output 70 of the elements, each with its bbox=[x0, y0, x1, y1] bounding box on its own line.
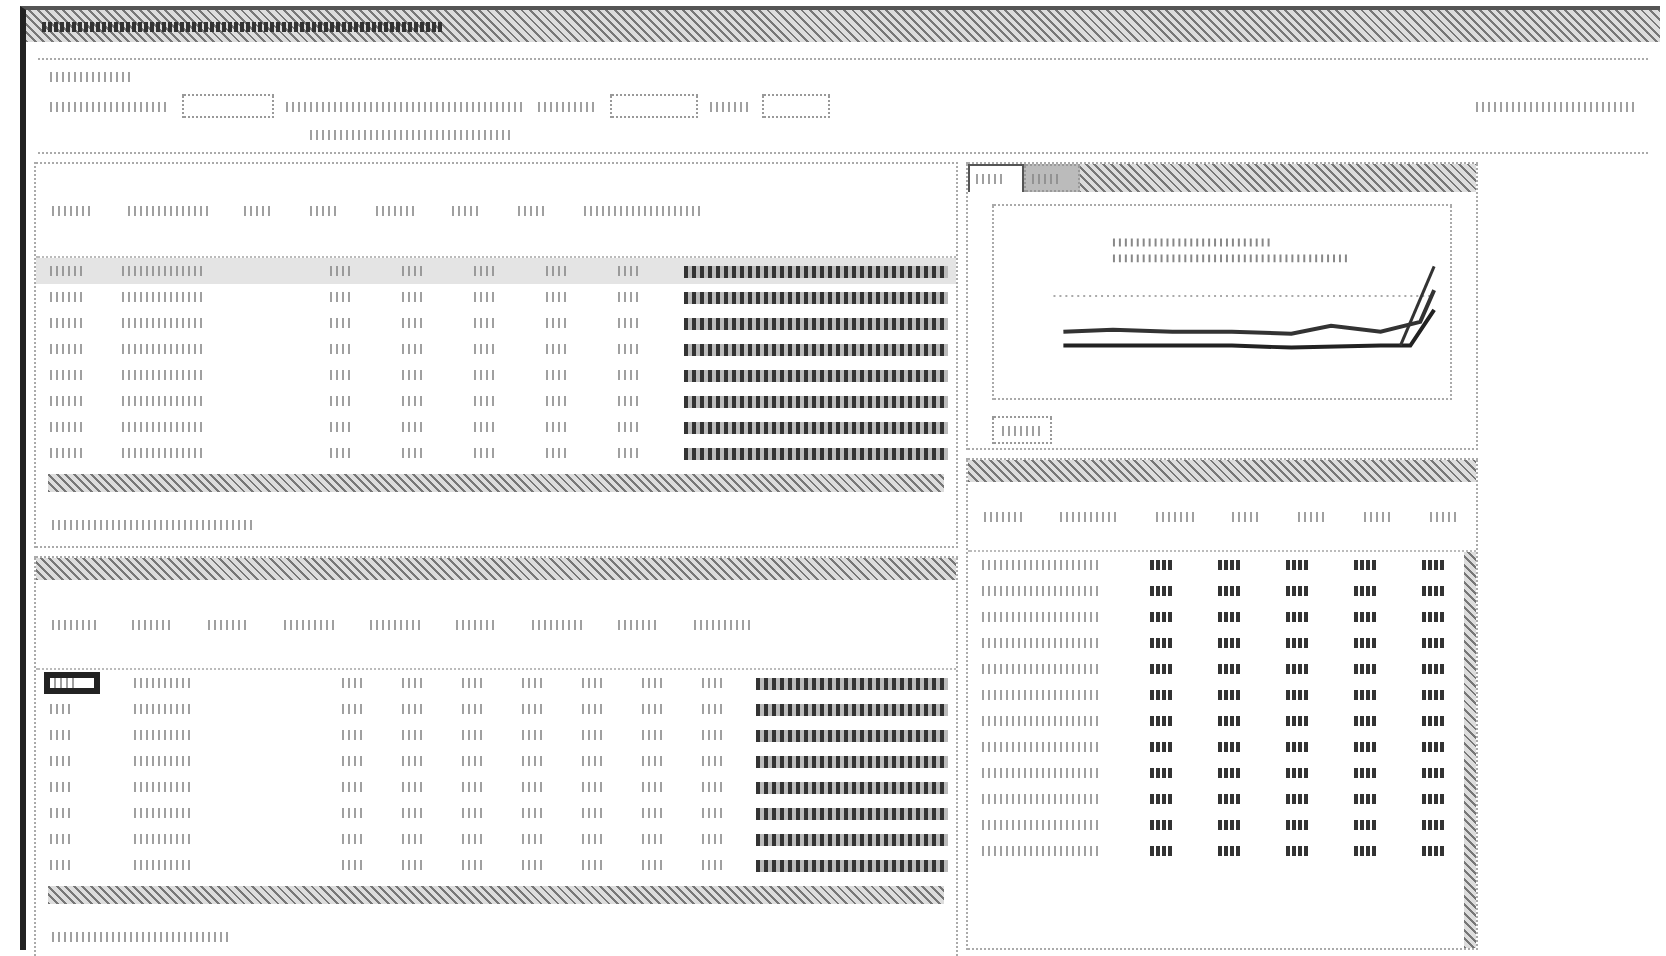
illegible-text bbox=[1218, 638, 1242, 648]
illegible-text bbox=[1286, 612, 1310, 622]
illegible-text bbox=[1286, 820, 1310, 830]
illegible-text bbox=[1218, 794, 1242, 804]
illegible-text bbox=[1218, 846, 1242, 856]
illegible-text bbox=[1286, 664, 1310, 674]
illegible-text bbox=[1354, 664, 1378, 674]
illegible-text bbox=[1286, 846, 1310, 856]
illegible-text bbox=[1150, 768, 1174, 778]
horizontal-scrollbar[interactable] bbox=[48, 886, 944, 904]
illegible-text bbox=[1150, 612, 1174, 622]
illegible-text bbox=[1422, 612, 1446, 622]
illegible-text bbox=[1150, 716, 1174, 726]
illegible-text bbox=[1150, 560, 1174, 570]
illegible-text bbox=[1286, 690, 1310, 700]
illegible-text bbox=[1286, 716, 1310, 726]
dropdown[interactable] bbox=[182, 94, 274, 118]
table-row[interactable] bbox=[36, 258, 956, 284]
illegible-text bbox=[1150, 794, 1174, 804]
illegible-text bbox=[1150, 664, 1174, 674]
dropdown[interactable] bbox=[610, 94, 698, 118]
illegible-text bbox=[1422, 586, 1446, 596]
illegible-text bbox=[1150, 638, 1174, 648]
illegible-text bbox=[1218, 690, 1242, 700]
illegible-text bbox=[1354, 846, 1378, 856]
illegible-text bbox=[1422, 716, 1446, 726]
illegible-text bbox=[1150, 846, 1174, 856]
illegible-text bbox=[1218, 820, 1242, 830]
horizontal-scrollbar[interactable] bbox=[48, 474, 944, 492]
illegible-text bbox=[1218, 742, 1242, 752]
illegible-text bbox=[1422, 846, 1446, 856]
illegible-text bbox=[1354, 690, 1378, 700]
illegible-text bbox=[1218, 716, 1242, 726]
illegible-text bbox=[1150, 690, 1174, 700]
illegible-text bbox=[1422, 664, 1446, 674]
illegible-text bbox=[1354, 586, 1378, 596]
illegible-text bbox=[1422, 794, 1446, 804]
tab[interactable] bbox=[968, 164, 1024, 192]
illegible-text bbox=[1218, 612, 1242, 622]
illegible-text bbox=[1422, 560, 1446, 570]
illegible-text bbox=[1218, 664, 1242, 674]
illegible-text bbox=[1422, 768, 1446, 778]
illegible-text bbox=[1354, 768, 1378, 778]
table-cell[interactable] bbox=[44, 672, 100, 694]
illegible-text bbox=[1422, 638, 1446, 648]
refresh-button[interactable] bbox=[992, 416, 1052, 444]
input-field[interactable] bbox=[762, 94, 830, 118]
illegible-text bbox=[1354, 794, 1378, 804]
illegible-text bbox=[1218, 586, 1242, 596]
illegible-text bbox=[1354, 820, 1378, 830]
illegible-text bbox=[1218, 768, 1242, 778]
illegible-text bbox=[1354, 638, 1378, 648]
illegible-text bbox=[1422, 690, 1446, 700]
illegible-text bbox=[1422, 742, 1446, 752]
illegible-text bbox=[1354, 560, 1378, 570]
illegible-text bbox=[1150, 742, 1174, 752]
illegible-text bbox=[1354, 716, 1378, 726]
illegible-text bbox=[1354, 742, 1378, 752]
illegible-text bbox=[1286, 560, 1310, 570]
illegible-text bbox=[1354, 612, 1378, 622]
illegible-text bbox=[1150, 820, 1174, 830]
vertical-scrollbar[interactable] bbox=[1464, 552, 1476, 948]
illegible-text bbox=[1286, 768, 1310, 778]
illegible-text bbox=[1286, 742, 1310, 752]
illegible-text bbox=[1422, 820, 1446, 830]
illegible-text bbox=[1286, 794, 1310, 804]
illegible-text bbox=[1286, 586, 1310, 596]
illegible-text bbox=[1286, 638, 1310, 648]
illegible-text bbox=[1218, 560, 1242, 570]
illegible-text bbox=[1150, 586, 1174, 596]
